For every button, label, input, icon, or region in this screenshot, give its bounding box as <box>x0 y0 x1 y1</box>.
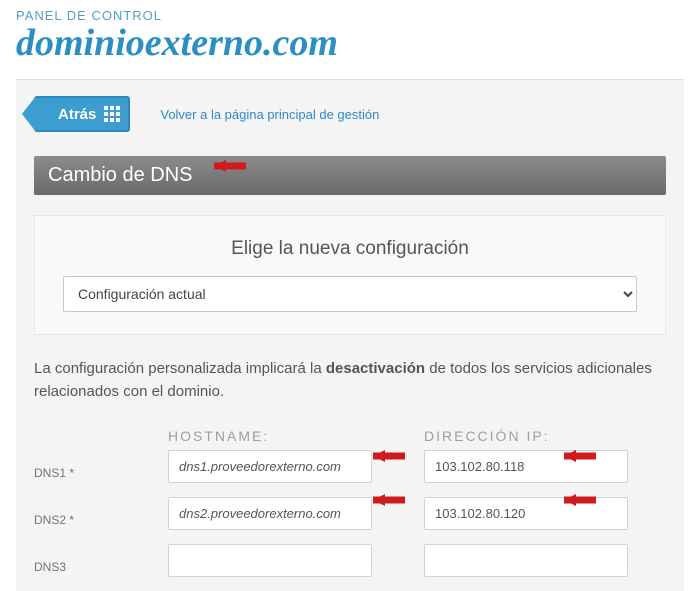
dns2-hostname-input[interactable] <box>168 497 372 530</box>
back-link[interactable]: Volver a la página principal de gestión <box>160 107 379 122</box>
dns3-label: DNS3 <box>34 560 154 574</box>
dns3-hostname-input[interactable] <box>168 544 372 577</box>
section-header: Cambio de DNS <box>34 156 666 195</box>
hostname-header: HOSTNAME: <box>168 428 372 444</box>
grid-icon <box>104 106 120 122</box>
ip-header: DIRECCIÓN IP: <box>424 428 628 444</box>
config-box: Elige la nueva configuración Configuraci… <box>34 215 666 335</box>
dns1-label: DNS1 * <box>34 466 154 480</box>
back-button-label: Atrás <box>58 106 96 123</box>
warning-text: La configuración personalizada implicará… <box>34 357 666 404</box>
dns2-label: DNS2 * <box>34 513 154 527</box>
dns1-ip-input[interactable] <box>424 450 628 483</box>
dns2-ip-input[interactable] <box>424 497 628 530</box>
dns3-ip-input[interactable] <box>424 544 628 577</box>
config-select[interactable]: Configuración actual <box>63 276 637 312</box>
config-title: Elige la nueva configuración <box>63 238 637 260</box>
back-button[interactable]: Atrás <box>34 96 130 132</box>
dns1-hostname-input[interactable] <box>168 450 372 483</box>
domain-title: dominioexterno.com <box>16 21 684 65</box>
